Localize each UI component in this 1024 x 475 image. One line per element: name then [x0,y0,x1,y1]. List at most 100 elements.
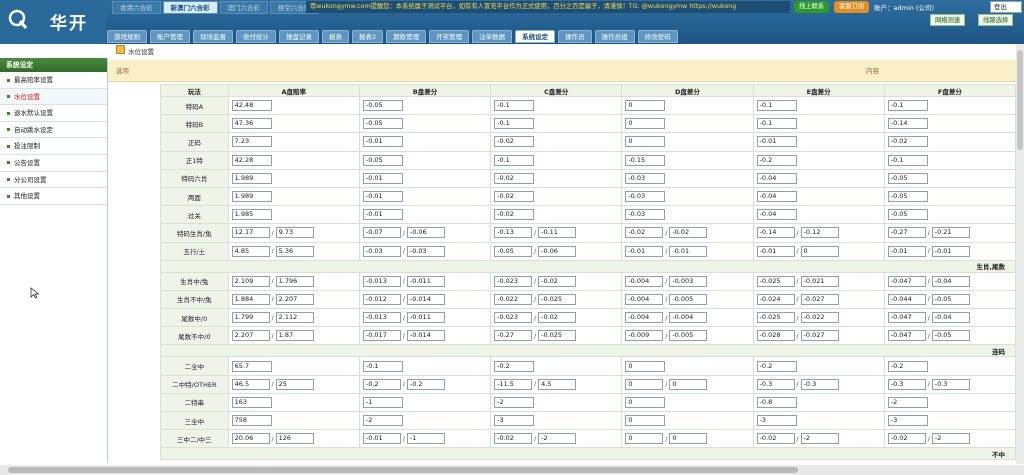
nav-tab[interactable]: 操作员组 [594,30,635,43]
odds-input[interactable]: -0.2 [362,378,401,390]
odds-input[interactable]: -0.012 [362,293,401,305]
odds-input[interactable]: -0.02 [494,191,535,203]
odds-input[interactable]: -0.05 [494,245,533,257]
sidebar-item[interactable]: 公告设置 [0,155,107,172]
odds-input[interactable]: -0.04 [756,191,797,203]
odds-input[interactable]: 20.06 [231,433,270,445]
odds-input[interactable]: -0.01 [362,136,403,148]
odds-input[interactable]: 0 [625,396,666,408]
odds-input[interactable]: 0 [800,245,839,257]
odds-input[interactable]: -1 [362,396,403,408]
lottery-tab[interactable]: 澳门六合彩 [219,1,268,14]
nav-tab[interactable]: 报表2 [352,30,384,43]
odds-input[interactable]: 2.112 [275,312,314,324]
odds-input[interactable]: -0.05 [887,172,928,184]
odds-input[interactable]: 1.87 [275,330,314,342]
odds-input[interactable]: -0.07 [362,227,401,239]
odds-input[interactable]: 0 [669,378,708,390]
sidebar-item[interactable]: 分公司设置 [0,172,107,189]
odds-input[interactable]: 65.7 [231,360,272,372]
sidebar-item[interactable]: 自动跳水设定 [0,122,107,139]
odds-input[interactable]: -0.028 [756,330,795,342]
odds-input[interactable]: 0 [625,360,666,372]
odds-input[interactable]: -0.04 [756,209,797,221]
nav-tab[interactable]: 现场监督 [193,30,233,43]
logout-button[interactable]: 登出 [990,1,1022,13]
odds-input[interactable]: -0.005 [669,330,708,342]
odds-input[interactable]: -0.01 [669,245,708,257]
sidebar-item[interactable]: 最高赔率设置 [0,72,107,89]
odds-input[interactable]: -0.14 [887,118,928,130]
odds-input[interactable]: -0.01 [625,245,664,257]
odds-input[interactable]: 2.207 [231,330,270,342]
odds-input[interactable]: -0.02 [887,433,926,445]
sidebar-item[interactable]: 水位设置 [0,88,107,106]
odds-input[interactable]: -0.3 [931,378,970,390]
odds-input[interactable]: 126 [275,433,314,445]
odds-input[interactable]: -0.004 [625,275,664,287]
odds-input[interactable]: -0.013 [362,312,401,324]
odds-input[interactable]: 2.109 [231,275,270,287]
odds-input[interactable]: -0.004 [669,312,708,324]
odds-input[interactable]: 47.36 [231,118,272,130]
odds-input[interactable]: -0.01 [362,172,403,184]
odds-input[interactable]: -0.003 [669,275,708,287]
horizontal-scroll-thumb[interactable] [8,467,798,473]
odds-input[interactable]: -0.025 [538,330,577,342]
odds-input[interactable]: 25 [275,378,314,390]
odds-input[interactable]: -0.014 [406,293,445,305]
odds-input[interactable]: -0.1 [494,100,535,112]
odds-input[interactable]: 0 [625,378,664,390]
odds-input[interactable]: -0.15 [625,154,666,166]
nav-tab[interactable]: 期数管理 [386,30,427,43]
odds-input[interactable]: -0.05 [362,118,403,130]
odds-input[interactable]: -0.13 [494,227,533,239]
odds-input[interactable]: -0.005 [669,293,708,305]
odds-input[interactable]: 1.989 [231,191,272,203]
odds-input[interactable]: -2 [887,396,928,408]
odds-input[interactable]: -0.03 [625,209,666,221]
odds-input[interactable]: -0.06 [538,245,577,257]
odds-input[interactable]: -2 [931,433,970,445]
sidebar-item[interactable]: 投注限制 [0,138,107,155]
odds-input[interactable]: 758 [231,415,272,427]
lottery-tab[interactable]: 香港六合彩 [112,1,161,14]
odds-input[interactable]: -0.009 [625,330,664,342]
odds-input[interactable]: -0.03 [625,172,666,184]
odds-input[interactable]: 9.73 [275,227,314,239]
odds-input[interactable]: -0.1 [494,154,535,166]
odds-input[interactable]: -0.02 [669,227,708,239]
odds-input[interactable]: -0.21 [931,227,970,239]
odds-input[interactable]: -0.1 [756,118,797,130]
odds-input[interactable]: -0.1 [494,118,535,130]
odds-input[interactable]: -0.02 [538,275,577,287]
odds-input[interactable]: -3 [756,415,797,427]
nav-tab[interactable]: 修改密码 [637,30,678,43]
odds-input[interactable]: -0.3 [756,378,795,390]
odds-input[interactable]: -0.027 [800,330,839,342]
odds-input[interactable]: -0.2 [887,360,928,372]
odds-input[interactable]: -0.047 [887,275,926,287]
customer-service-button[interactable]: 客服订阅 [834,1,870,13]
odds-input[interactable]: -0.02 [494,136,535,148]
odds-input[interactable]: -0.02 [494,209,535,221]
odds-input[interactable]: -0.02 [625,227,664,239]
nav-tab[interactable]: 开奖管理 [429,30,470,43]
odds-input[interactable]: -0.01 [887,245,926,257]
odds-input[interactable]: -0.004 [625,312,664,324]
odds-input[interactable]: -0.017 [362,330,401,342]
odds-input[interactable]: 4.5 [538,378,577,390]
odds-input[interactable]: -0.01 [362,209,403,221]
odds-input[interactable]: 42.48 [231,100,272,112]
odds-input[interactable]: -0.3 [800,378,839,390]
odds-input[interactable]: 7.23 [231,136,272,148]
odds-input[interactable]: 0 [625,433,664,445]
odds-input[interactable]: -2 [494,396,535,408]
odds-input[interactable]: 0 [625,118,666,130]
odds-input[interactable]: -0.3 [887,378,926,390]
nav-tab[interactable]: 系统设定 [515,30,556,43]
odds-input[interactable]: -0.047 [887,330,926,342]
odds-input[interactable]: -0.05 [887,191,928,203]
network-speed-button[interactable]: 网络测速 [930,14,966,26]
odds-input[interactable]: -0.1 [887,154,928,166]
